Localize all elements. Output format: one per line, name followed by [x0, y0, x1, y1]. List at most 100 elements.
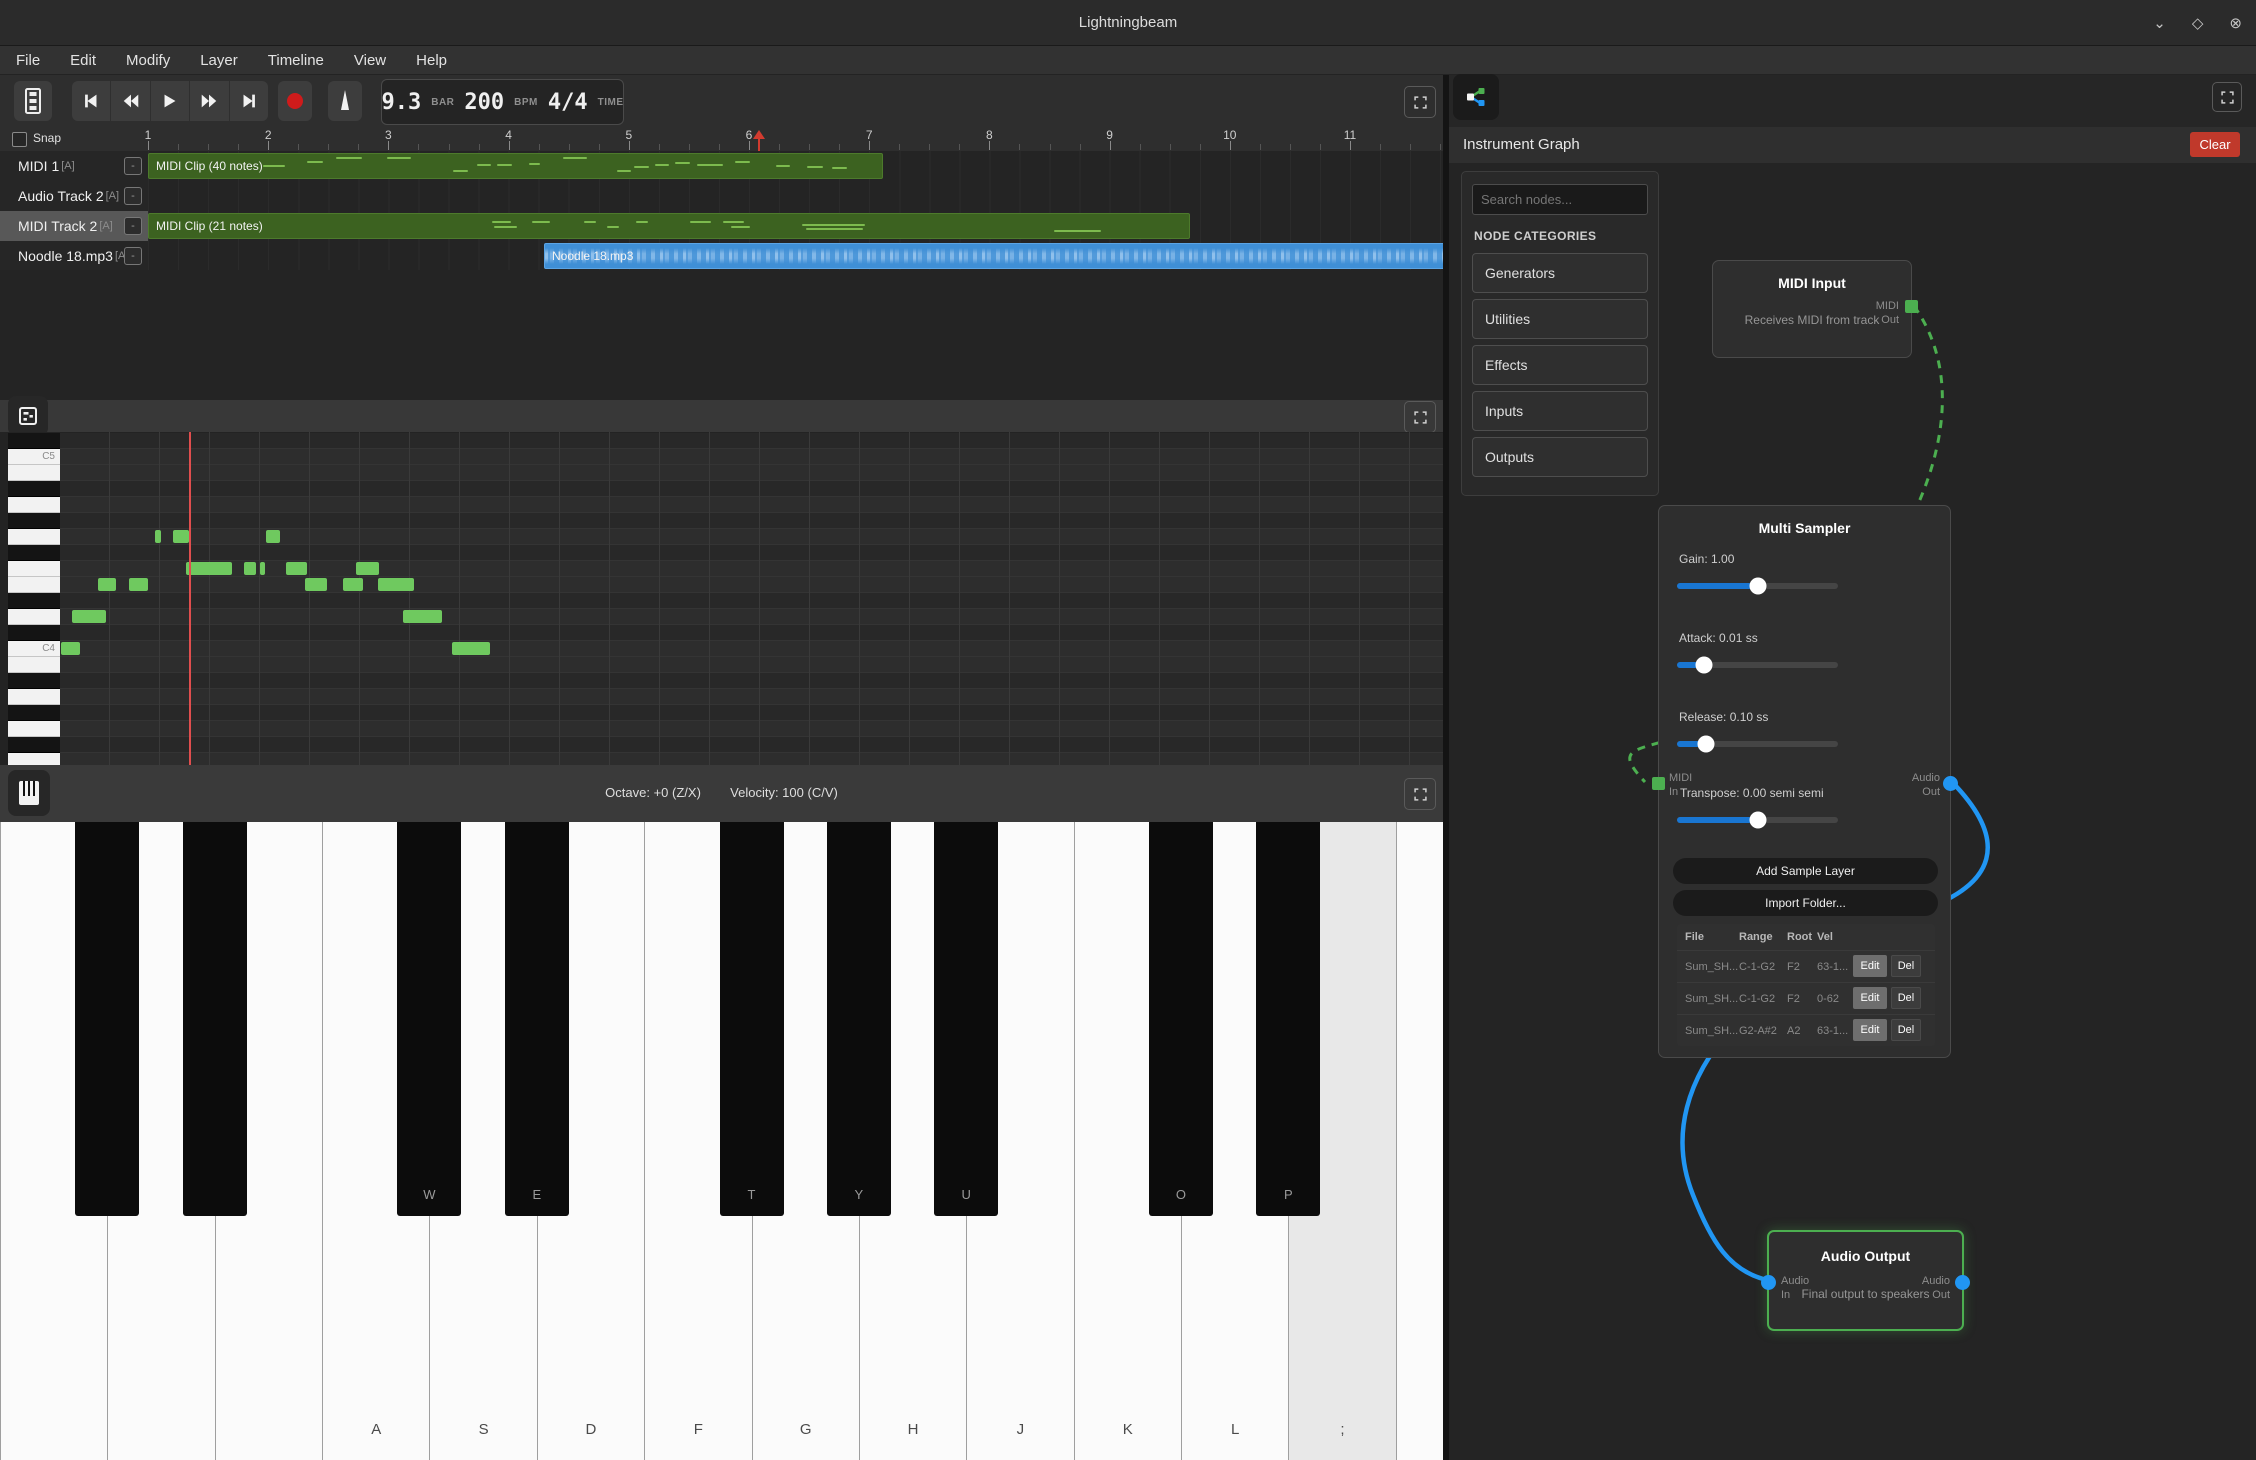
roll-key-gs3[interactable] [8, 705, 60, 721]
roll-row-a3[interactable] [60, 689, 1443, 705]
black-key-u[interactable]: U [934, 822, 998, 1216]
timeline-expand-button[interactable] [1404, 86, 1436, 118]
roll-key-f4[interactable] [8, 561, 60, 577]
fast-forward-button[interactable] [190, 81, 229, 121]
import-folder-button[interactable]: Import Folder... [1673, 890, 1938, 916]
midi-note[interactable] [173, 530, 189, 543]
snap-checkbox[interactable] [12, 132, 27, 147]
midi-clip[interactable]: MIDI Clip (40 notes) [148, 153, 883, 179]
roll-key-a3[interactable] [8, 689, 60, 705]
roll-row-ds4[interactable] [60, 593, 1443, 609]
roll-row-cs5[interactable] [60, 433, 1443, 449]
edit-layer-button[interactable]: Edit [1853, 955, 1887, 977]
menu-view[interactable]: View [354, 52, 386, 69]
delete-layer-button[interactable]: Del [1891, 955, 1921, 977]
roll-key-d4[interactable] [8, 609, 60, 625]
track-lane[interactable]: Noodle 18.mp3 [148, 241, 1443, 270]
roll-row-d4[interactable] [60, 609, 1443, 625]
roll-row-f4[interactable] [60, 561, 1443, 577]
roll-row-b3[interactable] [60, 657, 1443, 673]
roll-row-c4[interactable] [60, 641, 1443, 657]
midi-note[interactable] [452, 642, 490, 655]
midi-clip[interactable]: MIDI Clip (21 notes) [148, 213, 1190, 239]
black-key-w[interactable]: W [397, 822, 461, 1216]
audio-out-port[interactable] [1955, 1275, 1970, 1290]
close-button[interactable]: ⊗ [2229, 14, 2242, 32]
roll-row-c5[interactable] [60, 449, 1443, 465]
black-key[interactable] [75, 822, 139, 1216]
param-slider[interactable] [1677, 817, 1838, 823]
midi-in-port[interactable] [1652, 777, 1665, 790]
track-checkbox[interactable]: - [124, 157, 142, 175]
piano-roll-grid[interactable]: C5 C4 [0, 432, 1443, 765]
roll-row-cs4[interactable] [60, 625, 1443, 641]
track-lane[interactable]: MIDI Clip (21 notes) [148, 211, 1443, 241]
black-key[interactable] [183, 822, 247, 1216]
slider-thumb[interactable] [1697, 736, 1714, 753]
track-name-midi-track-2[interactable]: MIDI Track 2[A]- [0, 211, 148, 241]
track-lane[interactable]: MIDI Clip (40 notes) [148, 151, 1443, 181]
piano-roll-panel-button[interactable] [8, 396, 48, 436]
midi-note[interactable] [266, 530, 280, 543]
track-name-midi-1[interactable]: MIDI 1[A]- [0, 151, 148, 181]
graph-expand-button[interactable] [2212, 82, 2242, 112]
midi-note[interactable] [98, 578, 116, 591]
menu-help[interactable]: Help [416, 52, 447, 69]
midi-note[interactable] [378, 578, 414, 591]
edit-layer-button[interactable]: Edit [1853, 987, 1887, 1009]
midi-note[interactable] [343, 578, 363, 591]
white-key[interactable] [1396, 822, 1443, 1460]
graph-view-button[interactable] [1453, 74, 1499, 120]
node-audio-output[interactable]: Audio Output Final output to speakers Au… [1767, 1230, 1964, 1331]
graph-canvas[interactable]: NODE CATEGORIES GeneratorsUtilitiesEffec… [1449, 163, 2256, 1460]
timeline-empty-area[interactable] [0, 270, 1443, 400]
edit-layer-button[interactable]: Edit [1853, 1019, 1887, 1041]
clear-graph-button[interactable]: Clear [2190, 132, 2240, 157]
roll-key-g3[interactable] [8, 721, 60, 737]
roll-key-e4[interactable] [8, 577, 60, 593]
menu-layer[interactable]: Layer [200, 52, 238, 69]
track-checkbox[interactable]: - [124, 187, 142, 205]
roll-key-c4[interactable]: C4 [8, 641, 60, 657]
menu-edit[interactable]: Edit [70, 52, 96, 69]
slider-thumb[interactable] [1696, 657, 1713, 674]
slider-thumb[interactable] [1749, 812, 1766, 829]
midi-note[interactable] [305, 578, 327, 591]
roll-key-fs4[interactable] [8, 545, 60, 561]
menu-modify[interactable]: Modify [126, 52, 170, 69]
black-key-y[interactable]: Y [827, 822, 891, 1216]
roll-key-c5[interactable]: C5 [8, 449, 60, 465]
audio-in-port[interactable] [1761, 1275, 1776, 1290]
roll-key-g4[interactable] [8, 529, 60, 545]
roll-key-b3[interactable] [8, 657, 60, 673]
track-checkbox[interactable]: - [124, 247, 142, 265]
slider-thumb[interactable] [1749, 578, 1766, 595]
roll-row-gs4[interactable] [60, 513, 1443, 529]
midi-note[interactable] [403, 610, 442, 623]
midi-note[interactable] [61, 642, 80, 655]
param-slider[interactable] [1677, 662, 1838, 668]
roll-row-as4[interactable] [60, 481, 1443, 497]
add-sample-layer-button[interactable]: Add Sample Layer [1673, 858, 1938, 884]
track-checkbox[interactable]: - [124, 217, 142, 235]
node-midi-input[interactable]: MIDI Input Receives MIDI from track MIDI… [1712, 260, 1912, 358]
midi-note[interactable] [129, 578, 148, 591]
roll-key-cs5[interactable] [8, 433, 60, 449]
keyboard-expand-button[interactable] [1404, 778, 1436, 810]
roll-row-a4[interactable] [60, 497, 1443, 513]
roll-row-b4[interactable] [60, 465, 1443, 481]
param-slider[interactable] [1677, 583, 1838, 589]
record-button[interactable] [278, 81, 312, 121]
film-roll-button[interactable] [14, 81, 52, 121]
roll-row-as3[interactable] [60, 673, 1443, 689]
roll-key-as4[interactable] [8, 481, 60, 497]
play-button[interactable] [151, 81, 190, 121]
midi-note[interactable] [286, 562, 307, 575]
roll-row-f3[interactable] [60, 753, 1443, 765]
track-name-audio-track-2[interactable]: Audio Track 2[A]- [0, 181, 148, 211]
skip-start-button[interactable] [72, 81, 111, 121]
midi-note[interactable] [186, 562, 232, 575]
roll-key-a4[interactable] [8, 497, 60, 513]
roll-row-e4[interactable] [60, 577, 1443, 593]
roll-row-fs3[interactable] [60, 737, 1443, 753]
